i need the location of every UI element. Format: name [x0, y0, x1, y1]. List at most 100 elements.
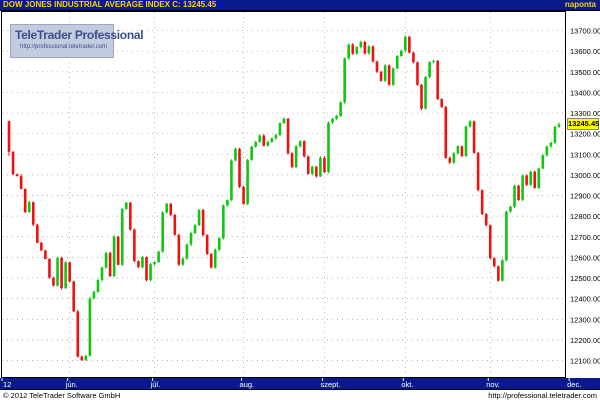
candle-body — [513, 185, 516, 207]
candle-body — [177, 234, 181, 265]
candle — [48, 258, 51, 279]
candle-body — [124, 202, 128, 209]
y-tick-label: 13600.00 — [570, 47, 600, 56]
candle-body — [197, 209, 201, 226]
candle — [545, 145, 549, 157]
candle-body — [432, 60, 435, 63]
candle — [505, 210, 508, 262]
candle-body — [286, 118, 290, 154]
candle-body — [129, 202, 132, 230]
candle-body — [92, 291, 96, 299]
candle-body — [379, 71, 383, 81]
candle-body — [476, 152, 480, 191]
candle-body — [294, 146, 298, 168]
candle — [436, 59, 439, 101]
candle — [108, 251, 112, 277]
candle-body — [217, 238, 221, 250]
candle-body — [306, 156, 310, 174]
candle — [112, 235, 116, 277]
candle — [472, 120, 476, 154]
candle — [351, 42, 355, 56]
candle-body — [315, 166, 318, 177]
candle — [230, 159, 233, 202]
candle-body — [497, 266, 500, 281]
candle-body — [367, 46, 371, 54]
logo-brand: TeleTrader Professional — [15, 28, 144, 42]
candle — [80, 355, 84, 361]
candle-body — [436, 60, 439, 100]
candle-body — [157, 251, 160, 263]
candle — [238, 147, 241, 189]
candle — [84, 354, 88, 361]
logo-url: http://professional.teletrader.com — [20, 44, 108, 50]
chart-title: DOW JONES INDUSTRIAL AVERAGE INDEX C: 13… — [3, 0, 217, 9]
candle-body — [505, 211, 508, 261]
candle — [242, 185, 245, 205]
candle-body — [363, 41, 367, 54]
candle-body — [311, 166, 314, 174]
y-tick-label: 13400.00 — [570, 88, 600, 97]
candle-body — [375, 61, 379, 72]
candle — [412, 51, 415, 64]
candle-body — [137, 261, 140, 268]
chart-window: DOW JONES INDUSTRIAL AVERAGE INDEX C: 13… — [0, 0, 600, 400]
candle — [424, 75, 427, 110]
candle — [468, 120, 472, 128]
y-tick-label: 12900.00 — [570, 192, 600, 201]
candle — [246, 158, 249, 206]
period-label[interactable]: naponta — [565, 0, 596, 10]
candle — [399, 49, 403, 57]
y-tick-label: 12200.00 — [570, 336, 600, 345]
candle — [11, 151, 15, 175]
candle — [290, 152, 294, 169]
candle-body — [242, 186, 245, 204]
candle — [92, 290, 96, 300]
candle — [157, 250, 160, 263]
candle-body — [529, 171, 532, 185]
candle — [371, 45, 375, 63]
candle — [254, 140, 257, 148]
candle-body — [444, 107, 448, 158]
y-tick-label: 13300.00 — [570, 109, 600, 118]
website-link[interactable]: http://professional.teletrader.com — [488, 391, 597, 400]
candle-body — [440, 99, 444, 108]
candle — [513, 184, 516, 208]
candle-body — [298, 141, 302, 147]
candle — [185, 243, 189, 260]
candle-body — [262, 135, 266, 146]
candle-body — [387, 65, 391, 85]
candle — [250, 145, 253, 161]
x-tick-label: okt. — [401, 380, 413, 389]
candle — [60, 256, 63, 290]
y-axis: 12100.00 12200.00 12300.00 12400.00 12500.00… — [566, 11, 600, 378]
candle-body — [169, 203, 173, 215]
candle-body — [533, 171, 537, 188]
candle-body — [537, 168, 541, 188]
candle — [339, 101, 342, 117]
candle-body — [351, 44, 355, 54]
candle-body — [553, 126, 557, 143]
candle — [120, 207, 124, 266]
plot-area[interactable]: TeleTrader Professional http://professio… — [1, 11, 566, 378]
y-axis-labels: 12100.00 12200.00 12300.00 12400.00 12500.00… — [570, 27, 600, 366]
candle-body — [327, 122, 330, 173]
candle — [476, 151, 480, 192]
candle-body — [254, 141, 257, 147]
candle — [448, 156, 452, 164]
candle-body — [213, 249, 217, 268]
y-tick-label: 13500.00 — [570, 68, 600, 77]
candle-body — [145, 256, 148, 281]
candle — [27, 200, 31, 213]
candle-body — [222, 205, 225, 239]
y-tick-label: 12500.00 — [570, 274, 600, 283]
candle-body — [274, 134, 278, 139]
candle-body — [404, 36, 407, 51]
candle-body — [521, 175, 524, 201]
candle — [234, 147, 237, 162]
candle — [363, 40, 367, 55]
y-tick-label: 12700.00 — [570, 233, 600, 242]
candle-body — [23, 188, 27, 213]
candle — [141, 255, 144, 269]
candle — [521, 174, 524, 202]
candle — [145, 256, 148, 282]
